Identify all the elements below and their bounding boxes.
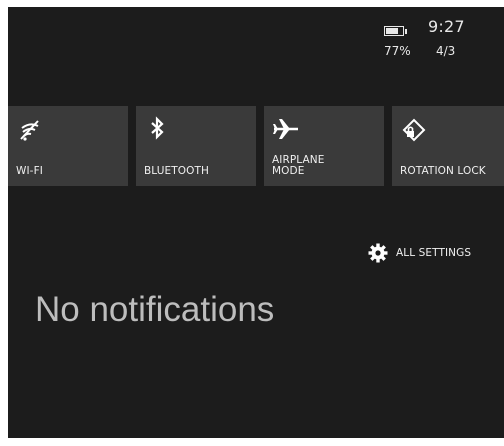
- rotation-lock-tile-label: ROTATION LOCK: [400, 165, 486, 177]
- all-settings-link[interactable]: ALL SETTINGS: [368, 243, 471, 263]
- wifi-tile-label: WI-FI: [16, 165, 43, 177]
- status-bar: 9:27 77% 4/3: [384, 17, 504, 67]
- rotation-lock-tile[interactable]: ROTATION LOCK: [392, 106, 504, 186]
- clock-time: 9:27: [428, 17, 465, 36]
- bluetooth-tile-label: BLUETOOTH: [144, 165, 210, 177]
- bluetooth-icon: [151, 116, 164, 140]
- action-center: 9:27 77% 4/3 WI-FI BLUETOOTH AIRPLANE MO…: [8, 7, 504, 438]
- wifi-tile[interactable]: WI-FI: [8, 106, 128, 186]
- airplane-tile-label: AIRPLANE MODE: [272, 154, 325, 177]
- airplane-mode-tile[interactable]: AIRPLANE MODE: [264, 106, 384, 186]
- battery-percent: 77%: [384, 44, 411, 58]
- no-notifications-message: No notifications: [35, 290, 275, 329]
- bluetooth-tile[interactable]: BLUETOOTH: [136, 106, 256, 186]
- battery-icon: [384, 26, 404, 36]
- wifi-icon: [20, 120, 39, 141]
- rotation-lock-icon: [402, 118, 426, 142]
- battery-level-fill: [386, 28, 398, 34]
- quick-actions: WI-FI BLUETOOTH AIRPLANE MODE ROTATION L…: [8, 106, 504, 186]
- airplane-icon: [273, 119, 298, 139]
- gear-icon: [368, 243, 388, 263]
- date-display: 4/3: [436, 44, 456, 58]
- battery-tip: [405, 29, 407, 34]
- all-settings-label: ALL SETTINGS: [396, 247, 472, 259]
